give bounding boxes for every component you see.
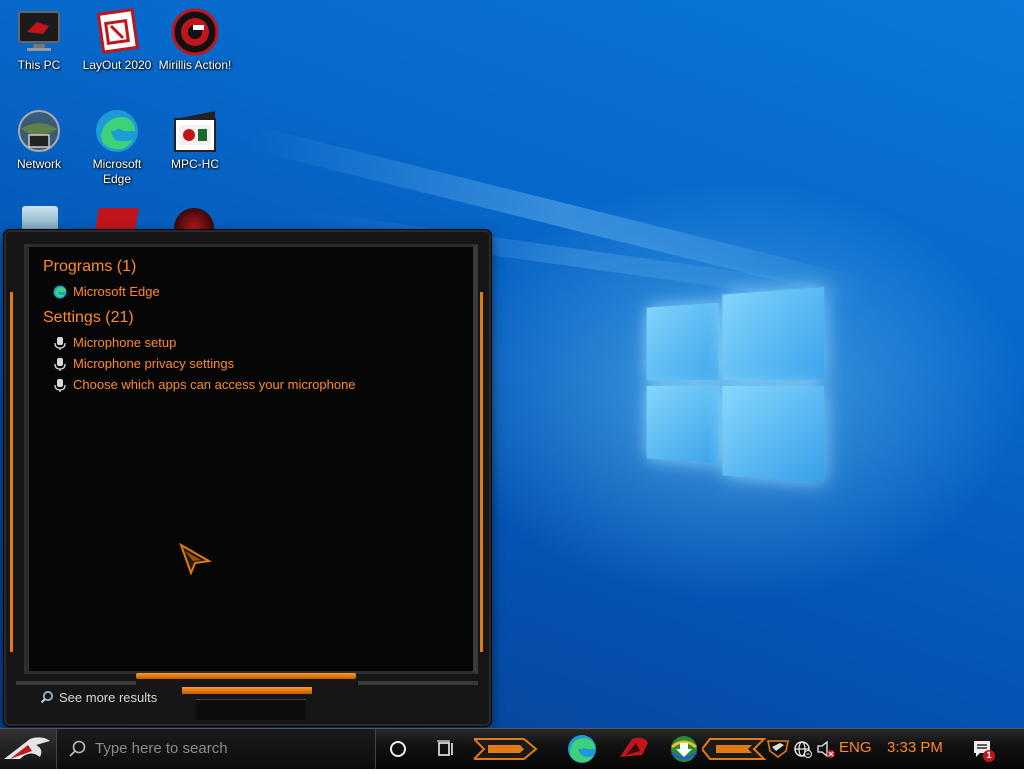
result-microphone-privacy-settings[interactable]: Microphone privacy settings xyxy=(53,354,234,373)
layout-2020-icon xyxy=(93,7,141,56)
cortana-circle-icon xyxy=(390,741,406,757)
panel-rail-right xyxy=(480,292,483,652)
desktop-icon-microsoft-edge[interactable]: Microsoft Edge xyxy=(80,107,154,187)
rog-app-icon xyxy=(620,737,648,757)
panel-rail-left xyxy=(10,292,13,652)
microphone-icon xyxy=(53,357,67,371)
edge-icon xyxy=(568,735,596,763)
network-icon xyxy=(15,107,63,155)
tray-rog-icon[interactable] xyxy=(766,729,790,769)
action-center-button[interactable]: 1 xyxy=(968,729,998,769)
taskbar-app-edge[interactable] xyxy=(562,729,602,769)
search-results-panel: Programs (1) Microsoft Edge Settings (21… xyxy=(4,230,491,726)
task-view-button[interactable] xyxy=(430,729,462,769)
desktop-icon-mpc-hc[interactable]: MPC-HC xyxy=(158,107,232,172)
sketchup-icon[interactable] xyxy=(95,208,139,230)
rog-logo-icon xyxy=(4,737,50,759)
download-manager-icon xyxy=(671,736,697,762)
settings-header: Settings (21) xyxy=(43,309,134,326)
desktop-icon-mirillis-action[interactable]: Mirillis Action! xyxy=(158,8,232,73)
result-microphone-setup[interactable]: Microphone setup xyxy=(53,333,176,352)
tray-network-icon[interactable] xyxy=(792,729,814,769)
mirillis-action-icon xyxy=(171,8,219,56)
microphone-icon xyxy=(53,336,67,350)
edge-icon xyxy=(53,285,67,299)
desktop-icon-this-pc[interactable]: This PC xyxy=(2,8,76,73)
search-icon xyxy=(40,690,54,707)
notification-badge: 1 xyxy=(986,750,992,760)
mouse-cursor-icon xyxy=(179,542,213,580)
taskbar: Type here to search ENG 3:33 PM 1 xyxy=(0,728,1024,769)
this-pc-icon xyxy=(15,8,63,56)
desktop-icon-layout-2020[interactable]: LayOut 2020 xyxy=(80,7,154,73)
recycle-bin-icon[interactable] xyxy=(22,206,58,230)
tray-volume-muted[interactable] xyxy=(816,729,838,769)
globe-icon xyxy=(794,741,812,758)
edge-icon xyxy=(93,107,141,155)
see-more-results-link[interactable]: See more results xyxy=(40,690,157,707)
taskbar-app-rog[interactable] xyxy=(614,729,654,769)
search-icon xyxy=(67,739,87,764)
programs-header: Programs (1) xyxy=(43,258,137,275)
mpc-hc-icon xyxy=(171,107,219,155)
notification-icon xyxy=(974,741,995,762)
language-indicator[interactable]: ENG xyxy=(839,739,872,756)
search-placeholder: Type here to search xyxy=(95,740,228,757)
rog-shield-icon xyxy=(767,740,789,758)
task-view-icon xyxy=(437,740,453,756)
result-microsoft-edge[interactable]: Microsoft Edge xyxy=(53,282,160,301)
taskbar-app-download-manager[interactable] xyxy=(664,729,704,769)
taskbar-decoration-right xyxy=(700,733,768,765)
volume-muted-icon xyxy=(817,740,835,758)
cortana-button[interactable] xyxy=(382,729,414,769)
desktop-icon-network[interactable]: Network xyxy=(2,107,76,172)
taskbar-decoration-left xyxy=(471,733,544,765)
rog-app-icon[interactable] xyxy=(174,208,214,230)
search-results-list: Programs (1) Microsoft Edge Settings (21… xyxy=(24,244,478,674)
start-button[interactable] xyxy=(0,729,56,769)
windows-logo xyxy=(646,283,827,488)
result-choose-apps-microphone[interactable]: Choose which apps can access your microp… xyxy=(53,375,356,394)
microphone-icon xyxy=(53,378,67,392)
clock[interactable]: 3:33 PM xyxy=(887,739,943,756)
taskbar-search-box[interactable]: Type here to search xyxy=(56,729,376,769)
